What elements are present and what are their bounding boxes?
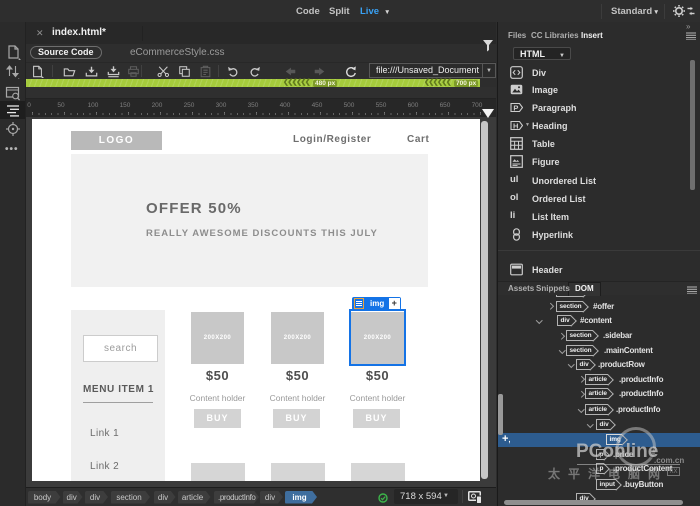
svg-text:H: H [513, 121, 518, 130]
svg-text:P: P [513, 103, 518, 112]
